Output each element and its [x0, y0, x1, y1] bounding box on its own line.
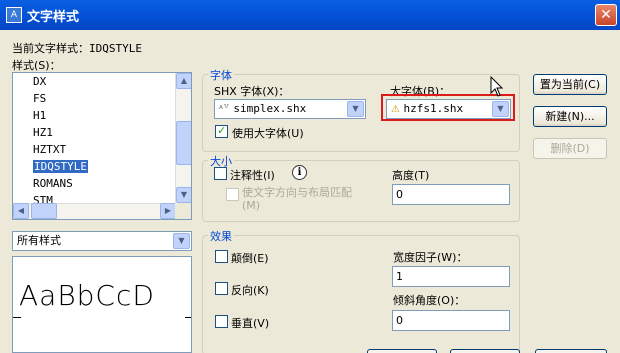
- shx-font-select[interactable]: ᴬ꒷ simplex.shx ▼: [214, 99, 366, 119]
- backwards-checkbox[interactable]: [215, 282, 228, 295]
- style-list-item[interactable]: H1: [13, 107, 176, 124]
- upside-down-checkbox[interactable]: [215, 250, 228, 263]
- preview-text: AaBbCcD: [19, 279, 155, 312]
- annotative-label: 注释性(I): [230, 169, 275, 182]
- warning-font-icon: ⚠: [391, 104, 400, 115]
- style-list-item[interactable]: HZTXT: [13, 141, 176, 158]
- vertical-checkbox[interactable]: [215, 315, 228, 328]
- info-icon[interactable]: i: [292, 165, 307, 180]
- match-layout-checkbox[interactable]: [226, 188, 239, 201]
- delete-style-button[interactable]: 删除(D): [533, 138, 607, 159]
- app-icon: A: [6, 7, 22, 23]
- effects-group-title: 效果: [208, 228, 234, 244]
- style-list-item[interactable]: IDQSTYLE: [13, 158, 176, 175]
- preview-baseline-right: [185, 317, 191, 318]
- style-list-item[interactable]: FS: [13, 90, 176, 107]
- current-style-value: IDQSTYLE: [89, 42, 142, 55]
- set-current-button[interactable]: 置为当前(C): [533, 74, 607, 95]
- width-factor-input[interactable]: 1: [392, 266, 510, 287]
- chevron-down-icon[interactable]: ▼: [492, 101, 509, 117]
- oblique-angle-label: 倾斜角度(O)：: [393, 294, 466, 307]
- bottom-button-3[interactable]: [535, 349, 607, 353]
- scroll-left-icon[interactable]: ◀: [13, 203, 29, 219]
- close-button[interactable]: ✕: [595, 4, 617, 26]
- height-label: 高度(T): [392, 169, 430, 182]
- styles-list[interactable]: DX FS H1 HZ1 HZTXT IDQSTYLE ROMANS STM ▲ ▼ ◀ ▶: [12, 72, 192, 220]
- current-style-label: 当前文字样式：IDQSTYLE: [12, 42, 142, 55]
- style-list-item[interactable]: ROMANS: [13, 175, 176, 192]
- style-filter-value: 所有样式: [17, 234, 61, 247]
- scroll-corner: [175, 203, 191, 219]
- title-bar: A 文字样式 ✕: [0, 0, 620, 30]
- height-input[interactable]: 0: [392, 184, 510, 205]
- new-style-button[interactable]: 新建(N)...: [533, 106, 607, 127]
- chevron-down-icon[interactable]: ▼: [173, 233, 190, 249]
- bottom-button-2[interactable]: [450, 349, 520, 353]
- style-preview: AaBbCcD: [12, 256, 192, 353]
- backwards-label: 反向(K): [231, 284, 269, 297]
- use-bigfont-checkbox[interactable]: [215, 124, 228, 138]
- window-title: 文字样式: [27, 10, 80, 25]
- truetype-font-icon: ᴬ꒷: [219, 105, 230, 115]
- vertical-label: 垂直(V): [231, 317, 270, 330]
- chevron-down-icon[interactable]: ▼: [347, 101, 364, 117]
- annotative-checkbox[interactable]: [214, 167, 227, 180]
- styles-horizontal-scrollbar[interactable]: ◀ ▶: [13, 203, 176, 219]
- styles-vertical-scrollbar[interactable]: ▲ ▼: [175, 73, 191, 203]
- shx-font-label: SHX 字体(X)：: [214, 85, 290, 98]
- upside-down-label: 颠倒(E): [231, 252, 269, 265]
- scroll-up-icon[interactable]: ▲: [176, 73, 191, 89]
- bottom-button-1[interactable]: [367, 349, 437, 353]
- scroll-right-icon[interactable]: ▶: [160, 203, 176, 219]
- width-factor-label: 宽度因子(W)：: [393, 251, 468, 264]
- bigfont-value: hzfs1.shx: [403, 102, 464, 115]
- font-group-title: 字体: [208, 67, 234, 83]
- scroll-down-icon[interactable]: ▼: [176, 187, 191, 203]
- hscroll-thumb[interactable]: [31, 203, 57, 219]
- shx-font-value: simplex.shx: [233, 102, 307, 115]
- match-layout-label: 使文字方向与布局匹配(M): [242, 186, 352, 212]
- oblique-angle-input[interactable]: 0: [392, 310, 510, 331]
- style-list-item[interactable]: HZ1: [13, 124, 176, 141]
- style-list-item[interactable]: DX: [13, 73, 176, 90]
- scroll-thumb[interactable]: [176, 121, 191, 165]
- preview-baseline-left: [13, 317, 21, 318]
- style-filter-select[interactable]: 所有样式 ▼: [12, 231, 192, 251]
- use-bigfont-label: 使用大字体(U): [232, 127, 304, 140]
- styles-label: 样式(S)：: [12, 59, 61, 72]
- bigfont-select[interactable]: ⚠ hzfs1.shx ▼: [386, 99, 511, 119]
